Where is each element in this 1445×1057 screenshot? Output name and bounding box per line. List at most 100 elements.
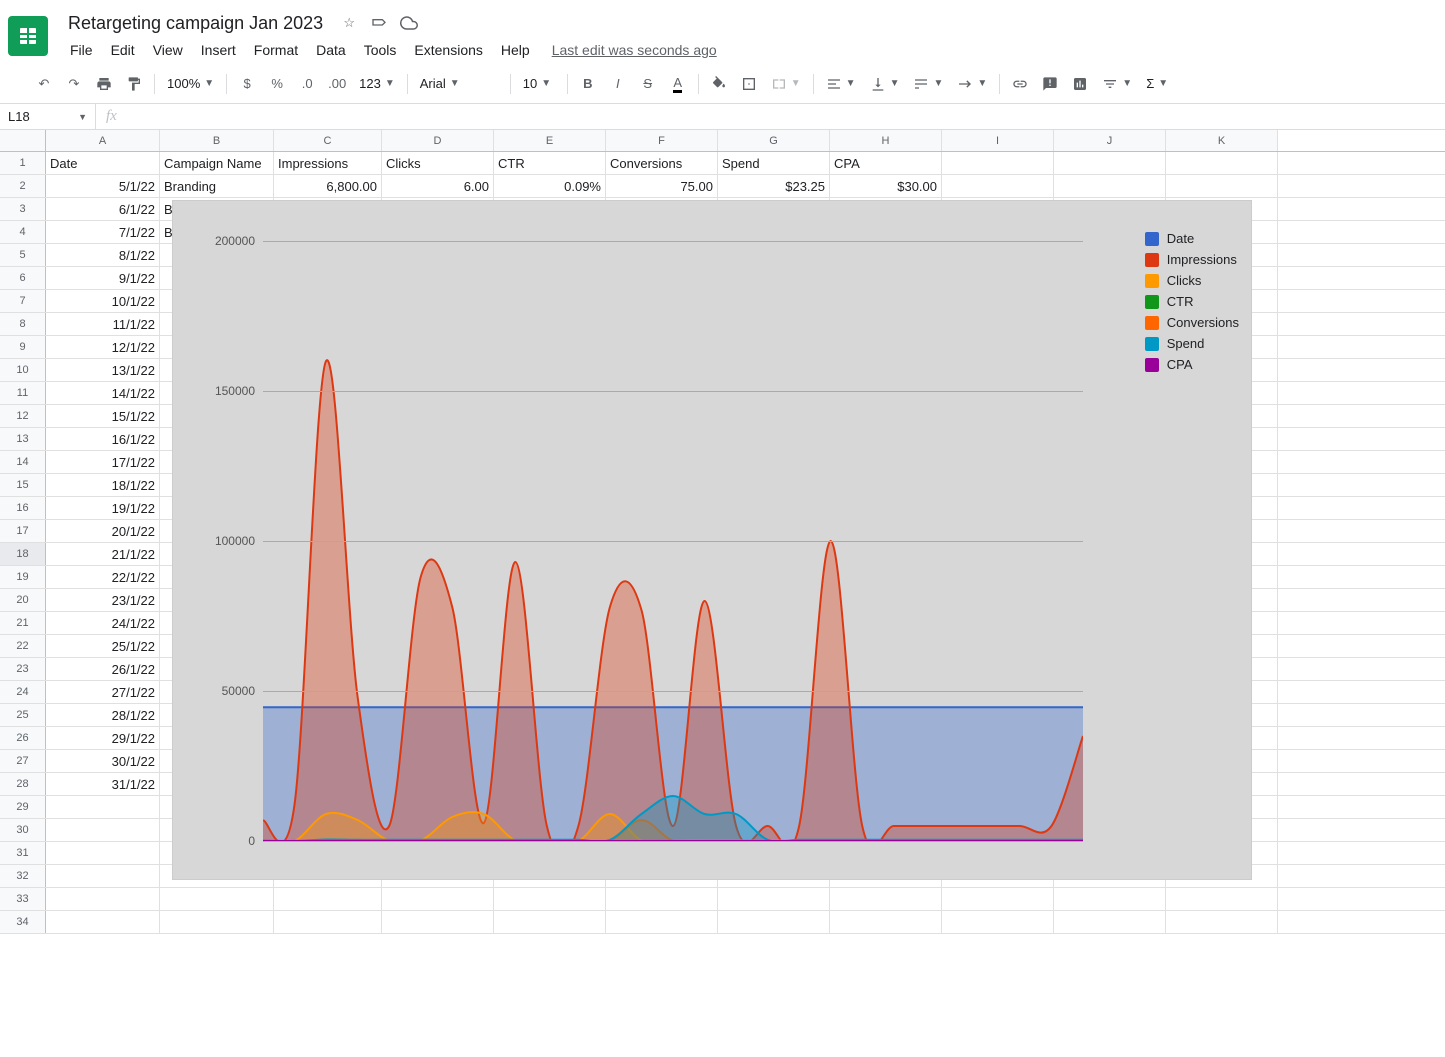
cell[interactable]: $23.25 — [718, 175, 830, 197]
undo-button[interactable]: ↶ — [30, 70, 58, 98]
cell[interactable]: Date — [46, 152, 160, 174]
cell[interactable]: 6/1/22 — [46, 198, 160, 220]
col-header-G[interactable]: G — [718, 130, 830, 151]
cell[interactable] — [46, 911, 160, 933]
menu-extensions[interactable]: Extensions — [406, 38, 490, 62]
fill-color-button[interactable] — [705, 70, 733, 98]
cell[interactable] — [606, 911, 718, 933]
row-header-19[interactable]: 19 — [0, 566, 46, 588]
cell[interactable] — [46, 842, 160, 864]
row-header-34[interactable]: 34 — [0, 911, 46, 933]
doc-title[interactable]: Retargeting campaign Jan 2023 — [62, 11, 329, 36]
cell[interactable]: 8/1/22 — [46, 244, 160, 266]
cell[interactable]: 12/1/22 — [46, 336, 160, 358]
v-align-button[interactable]: ▼ — [864, 70, 906, 98]
cell[interactable]: 19/1/22 — [46, 497, 160, 519]
cell[interactable]: 10/1/22 — [46, 290, 160, 312]
col-header-B[interactable]: B — [160, 130, 274, 151]
cell[interactable] — [942, 175, 1054, 197]
row-header-3[interactable]: 3 — [0, 198, 46, 220]
menu-data[interactable]: Data — [308, 38, 354, 62]
zoom-dropdown[interactable]: 100%▼ — [161, 70, 220, 98]
row-header-22[interactable]: 22 — [0, 635, 46, 657]
borders-button[interactable] — [735, 70, 763, 98]
row-header-30[interactable]: 30 — [0, 819, 46, 841]
row-header-8[interactable]: 8 — [0, 313, 46, 335]
cell[interactable]: 6.00 — [382, 175, 494, 197]
row-header-1[interactable]: 1 — [0, 152, 46, 174]
row-header-33[interactable]: 33 — [0, 888, 46, 910]
functions-button[interactable]: Σ▼ — [1140, 70, 1174, 98]
row-header-6[interactable]: 6 — [0, 267, 46, 289]
cell[interactable] — [606, 888, 718, 910]
row-header-7[interactable]: 7 — [0, 290, 46, 312]
cell[interactable] — [46, 819, 160, 841]
col-header-F[interactable]: F — [606, 130, 718, 151]
menu-insert[interactable]: Insert — [193, 38, 244, 62]
cell[interactable] — [494, 911, 606, 933]
cell[interactable] — [46, 888, 160, 910]
cell[interactable] — [1166, 888, 1278, 910]
cell[interactable]: 29/1/22 — [46, 727, 160, 749]
italic-button[interactable]: I — [604, 70, 632, 98]
cell[interactable]: 7/1/22 — [46, 221, 160, 243]
cell[interactable]: 21/1/22 — [46, 543, 160, 565]
cell[interactable] — [1054, 175, 1166, 197]
row-header-23[interactable]: 23 — [0, 658, 46, 680]
increase-decimal-button[interactable]: .00 — [323, 70, 351, 98]
row-header-21[interactable]: 21 — [0, 612, 46, 634]
cell[interactable] — [1166, 911, 1278, 933]
row-header-28[interactable]: 28 — [0, 773, 46, 795]
decrease-decimal-button[interactable]: .0 — [293, 70, 321, 98]
row-header-26[interactable]: 26 — [0, 727, 46, 749]
embedded-chart[interactable]: 050000100000150000200000 DateImpressions… — [172, 200, 1252, 880]
cell[interactable]: 13/1/22 — [46, 359, 160, 381]
row-header-29[interactable]: 29 — [0, 796, 46, 818]
paint-format-button[interactable] — [120, 70, 148, 98]
col-header-A[interactable]: A — [46, 130, 160, 151]
star-icon[interactable]: ☆ — [339, 13, 359, 33]
cell[interactable]: 9/1/22 — [46, 267, 160, 289]
strikethrough-button[interactable]: S — [634, 70, 662, 98]
cell[interactable]: 25/1/22 — [46, 635, 160, 657]
row-header-2[interactable]: 2 — [0, 175, 46, 197]
cell[interactable]: 18/1/22 — [46, 474, 160, 496]
cell[interactable]: Campaign Name — [160, 152, 274, 174]
currency-button[interactable]: $ — [233, 70, 261, 98]
menu-help[interactable]: Help — [493, 38, 538, 62]
cell[interactable]: 20/1/22 — [46, 520, 160, 542]
cell[interactable]: 22/1/22 — [46, 566, 160, 588]
move-icon[interactable] — [369, 13, 389, 33]
row-header-13[interactable]: 13 — [0, 428, 46, 450]
row-header-9[interactable]: 9 — [0, 336, 46, 358]
font-dropdown[interactable]: Arial▼ — [414, 70, 504, 98]
row-header-27[interactable]: 27 — [0, 750, 46, 772]
cell[interactable]: 14/1/22 — [46, 382, 160, 404]
cell[interactable]: 30/1/22 — [46, 750, 160, 772]
merge-cells-button[interactable]: ▼ — [765, 70, 807, 98]
cloud-status-icon[interactable] — [399, 13, 419, 33]
cell[interactable]: CPA — [830, 152, 942, 174]
formula-input[interactable] — [127, 104, 1445, 129]
cell[interactable] — [274, 911, 382, 933]
cell[interactable] — [382, 888, 494, 910]
last-edit-link[interactable]: Last edit was seconds ago — [552, 38, 717, 62]
redo-button[interactable]: ↷ — [60, 70, 88, 98]
row-header-16[interactable]: 16 — [0, 497, 46, 519]
text-rotation-button[interactable]: ▼ — [951, 70, 993, 98]
percent-button[interactable]: % — [263, 70, 291, 98]
cell[interactable] — [46, 796, 160, 818]
font-size-dropdown[interactable]: 10▼ — [517, 70, 561, 98]
cell[interactable]: 28/1/22 — [46, 704, 160, 726]
cell[interactable]: 24/1/22 — [46, 612, 160, 634]
row-header-20[interactable]: 20 — [0, 589, 46, 611]
cell[interactable] — [718, 888, 830, 910]
cell[interactable] — [494, 888, 606, 910]
cell[interactable]: 27/1/22 — [46, 681, 160, 703]
text-color-button[interactable]: A — [664, 70, 692, 98]
cell[interactable] — [942, 152, 1054, 174]
row-header-15[interactable]: 15 — [0, 474, 46, 496]
col-header-I[interactable]: I — [942, 130, 1054, 151]
cell[interactable]: 75.00 — [606, 175, 718, 197]
spreadsheet-grid[interactable]: ABCDEFGHIJK 1DateCampaign NameImpression… — [0, 130, 1445, 934]
